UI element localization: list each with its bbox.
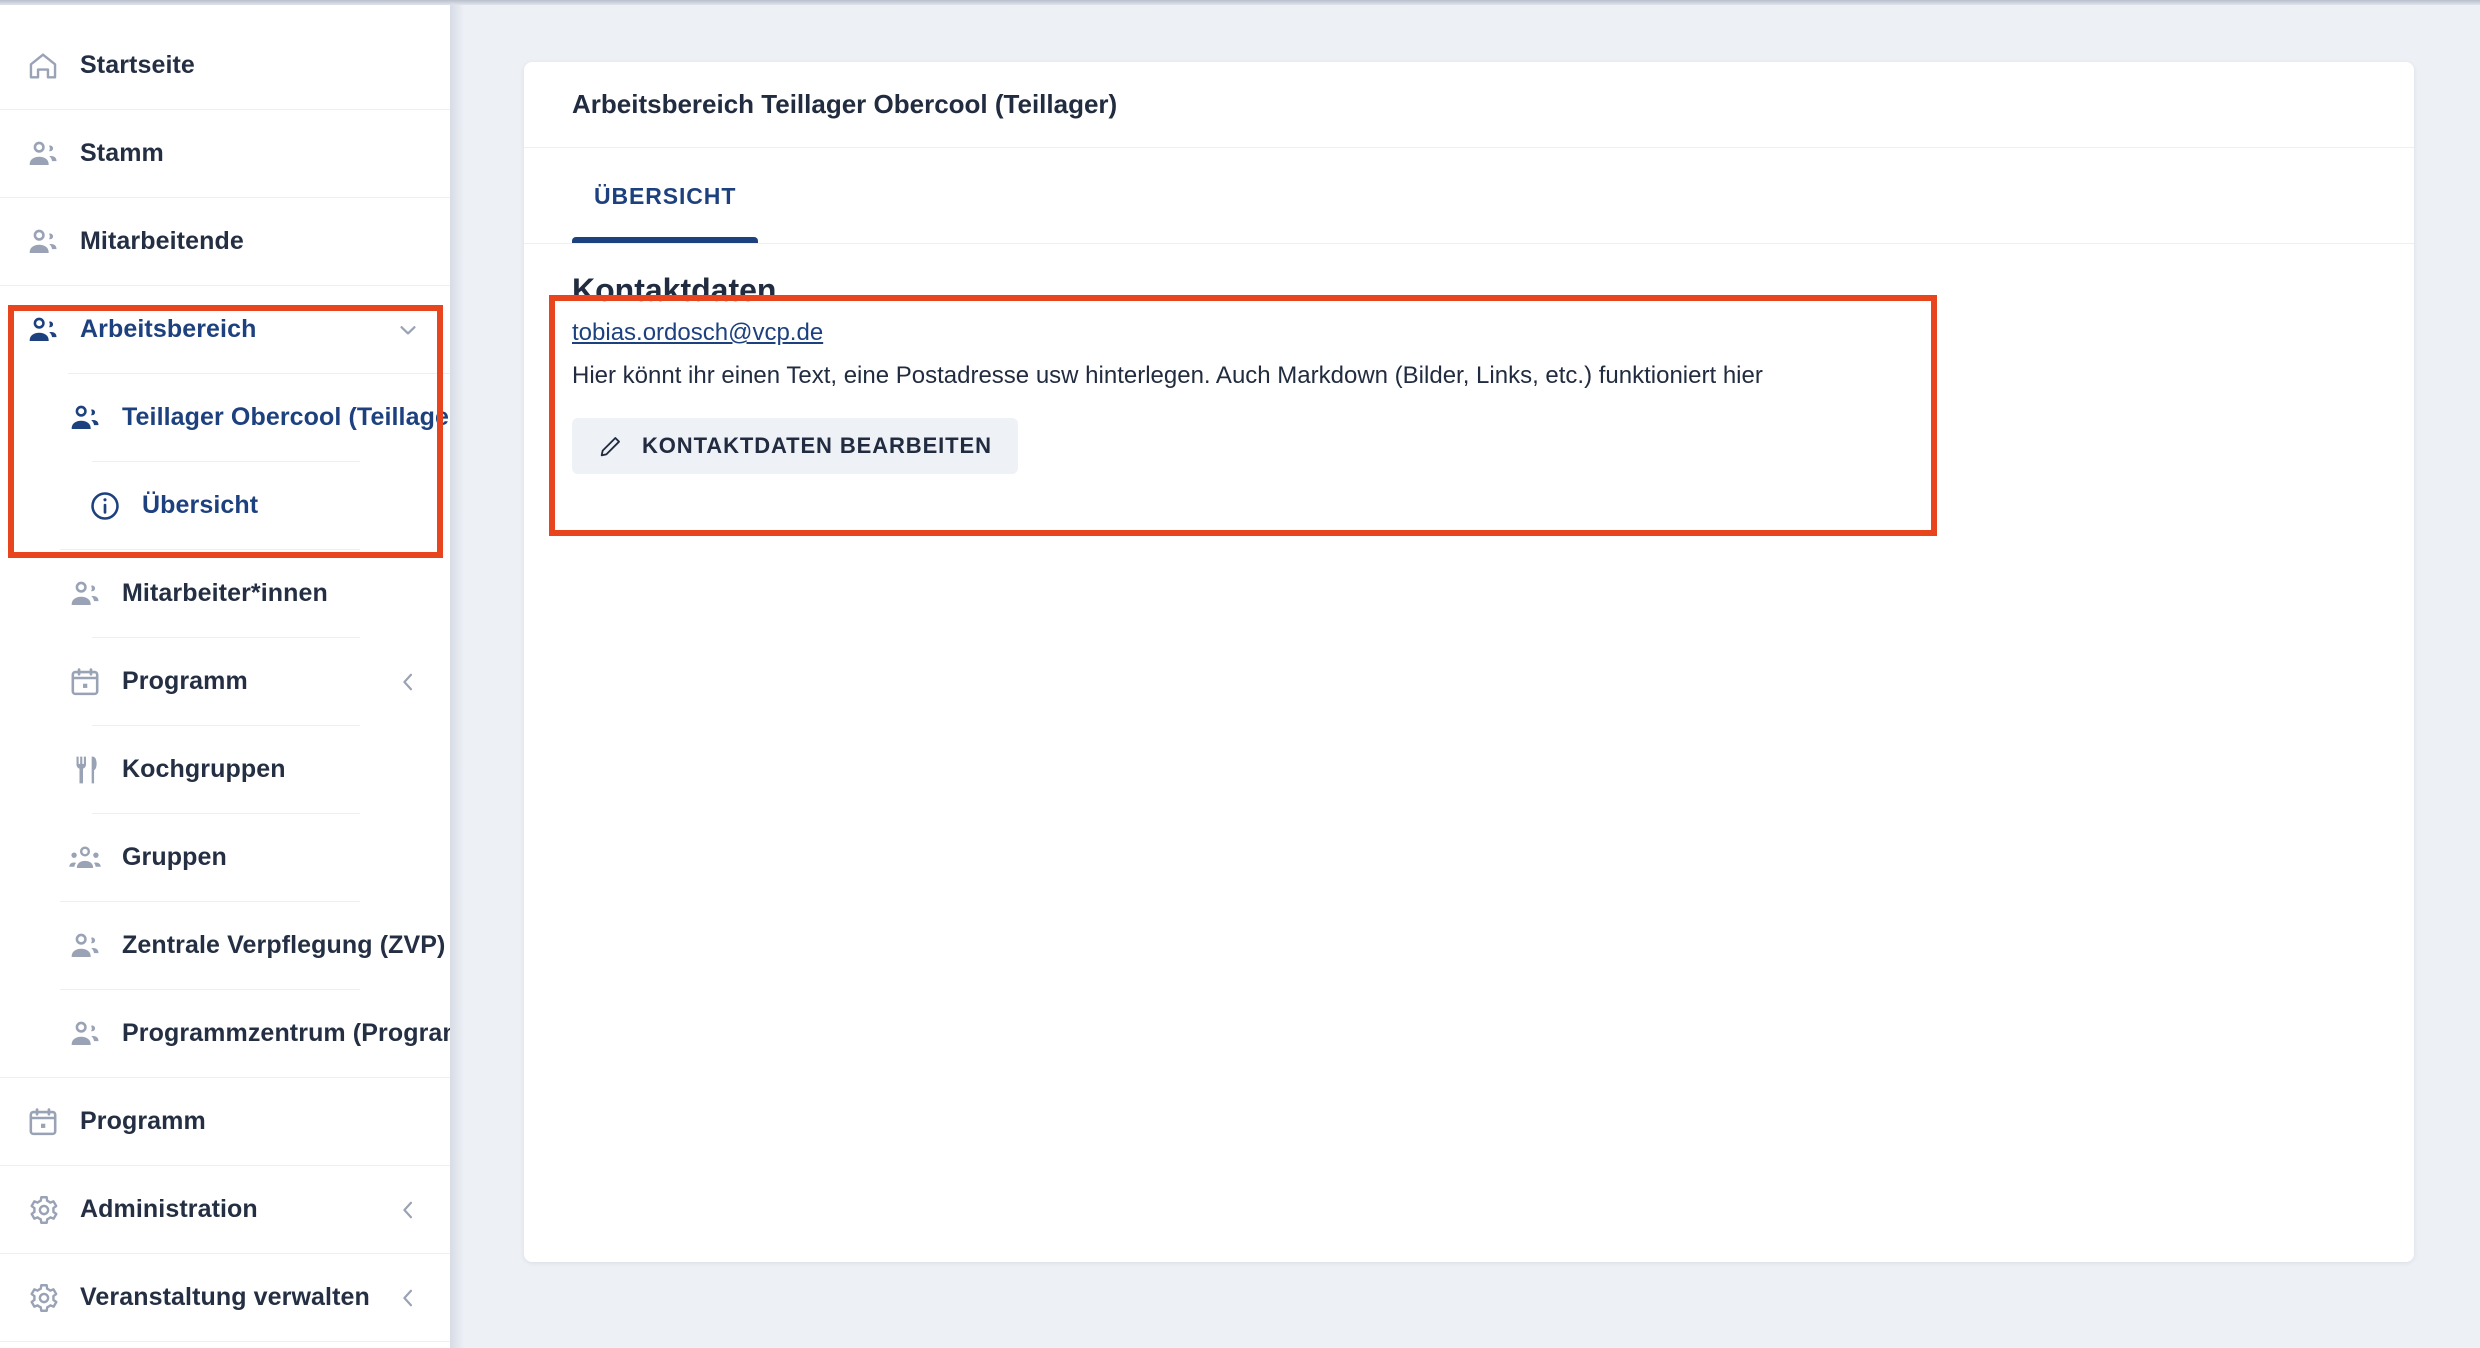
sidebar-item-label: Programmzentrum (Programm: [122, 1019, 450, 1047]
sidebar-item-label: Arbeitsbereich: [80, 315, 257, 343]
sidebar-item-label: Programm: [122, 667, 248, 695]
chevron-left-icon[interactable]: [396, 670, 420, 694]
people-icon: [68, 929, 102, 963]
gear-icon: [26, 1281, 60, 1315]
sidebar-item-label: Kochgruppen: [122, 755, 286, 783]
tab-uebersicht[interactable]: ÜBERSICHT: [572, 148, 759, 244]
pencil-icon: [598, 433, 624, 459]
people-icon: [26, 225, 60, 259]
sidebar-item-label: Zentrale Verpflegung (ZVP): [122, 931, 446, 959]
window-top-strip: [0, 0, 2480, 5]
sidebar-item-zentrale-verpflegung-zvp[interactable]: Zentrale Verpflegung (ZVP): [0, 902, 450, 989]
cutlery-icon: [68, 753, 102, 787]
kontaktdaten-section: Kontaktdaten tobias.ordosch@vcp.de Hier …: [524, 244, 2414, 474]
page-title: Arbeitsbereich Teillager Obercool (Teill…: [572, 89, 1118, 119]
sidebar-item-label: Gruppen: [122, 843, 227, 871]
calendar-icon: [68, 665, 102, 699]
sidebar-item-teillager-obercool-teillager[interactable]: Teillager Obercool (Teillager): [0, 374, 450, 461]
sidebar-item-mitarbeiterinnen[interactable]: Mitarbeiter*innen: [0, 550, 450, 637]
sidebar-item-label: Teillager Obercool (Teillager): [122, 403, 450, 431]
group-icon: [68, 841, 102, 875]
sidebar-item-label: Veranstaltung verwalten: [80, 1283, 370, 1311]
sidebar-item-label: Mitarbeitende: [80, 227, 244, 255]
sidebar-item-uebersicht[interactable]: Übersicht: [0, 462, 450, 549]
people-icon: [68, 401, 102, 435]
sidebar-item-mitarbeitende[interactable]: Mitarbeitende: [0, 198, 450, 285]
sidebar-item-stamm[interactable]: Stamm: [0, 110, 450, 197]
sidebar-item-programm[interactable]: Programm: [0, 638, 450, 725]
people-icon: [68, 1017, 102, 1051]
chevron-down-icon[interactable]: [396, 318, 420, 342]
edit-kontaktdaten-button-label: KONTAKTDATEN BEARBEITEN: [642, 432, 992, 458]
contact-description: Hier könnt ihr einen Text, eine Postadre…: [572, 362, 1763, 389]
sidebar-item-veranstaltung-verwalten[interactable]: Veranstaltung verwalten: [0, 1254, 450, 1341]
sidebar-item-label: Administration: [80, 1195, 258, 1223]
people-icon: [26, 313, 60, 347]
sidebar-nav-list: Startseite Stamm Mitarbeitende Arbeitsberei…: [0, 0, 450, 1342]
tab-bar: ÜBERSICHT: [524, 148, 2414, 244]
people-icon: [26, 137, 60, 171]
sidebar-item-label: Stamm: [80, 139, 164, 167]
edit-kontaktdaten-button[interactable]: KONTAKTDATEN BEARBEITEN: [572, 417, 1018, 474]
tab-uebersicht-label: ÜBERSICHT: [594, 182, 737, 209]
chevron-left-icon[interactable]: [396, 1198, 420, 1222]
people-icon: [68, 577, 102, 611]
sidebar-item-administration[interactable]: Administration: [0, 1166, 450, 1253]
app-root: Startseite Stamm Mitarbeitende Arbeitsberei…: [0, 0, 2480, 1348]
chevron-left-icon[interactable]: [396, 1286, 420, 1310]
main-content: Arbeitsbereich Teillager Obercool (Teill…: [450, 0, 2480, 1348]
sidebar-item-label: Programm: [80, 1107, 206, 1135]
content-card: Arbeitsbereich Teillager Obercool (Teill…: [524, 62, 2414, 1262]
sidebar-item-label: Übersicht: [142, 491, 259, 519]
sidebar-item-programm[interactable]: Programm: [0, 1078, 450, 1165]
kontaktdaten-heading: Kontaktdaten: [572, 272, 777, 308]
home-icon: [26, 49, 60, 83]
gear-icon: [26, 1193, 60, 1227]
sidebar: Startseite Stamm Mitarbeitende Arbeitsberei…: [0, 0, 450, 1348]
calendar-icon: [26, 1105, 60, 1139]
sidebar-item-arbeitsbereich[interactable]: Arbeitsbereich: [0, 286, 450, 373]
sidebar-divider: [0, 1341, 450, 1342]
sidebar-item-gruppen[interactable]: Gruppen: [0, 814, 450, 901]
sidebar-item-label: Startseite: [80, 51, 195, 79]
card-header: Arbeitsbereich Teillager Obercool (Teill…: [524, 62, 2414, 148]
sidebar-item-programmzentrum-programm[interactable]: Programmzentrum (Programm: [0, 990, 450, 1077]
contact-email-link[interactable]: tobias.ordosch@vcp.de: [572, 319, 823, 347]
info-icon: [88, 489, 122, 523]
sidebar-item-label: Mitarbeiter*innen: [122, 579, 328, 607]
sidebar-item-startseite[interactable]: Startseite: [0, 22, 450, 109]
sidebar-item-kochgruppen[interactable]: Kochgruppen: [0, 726, 450, 813]
